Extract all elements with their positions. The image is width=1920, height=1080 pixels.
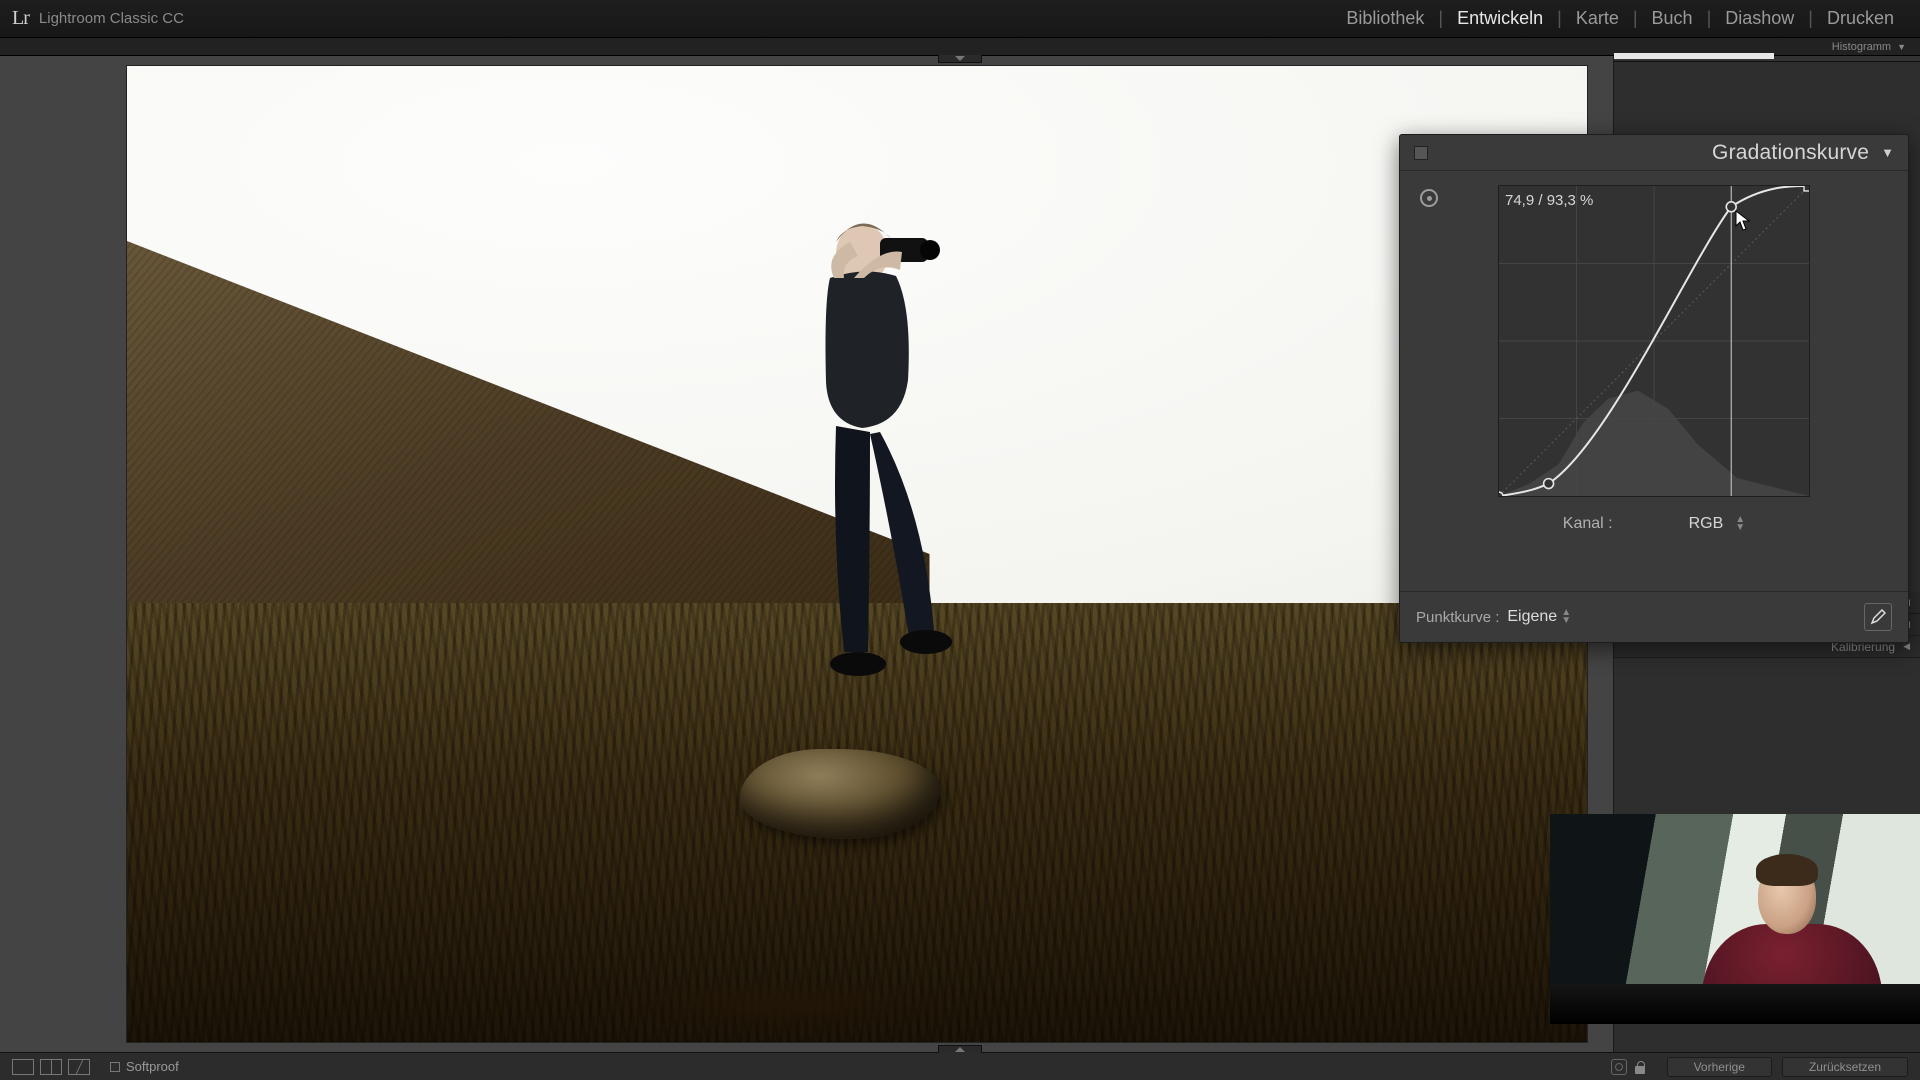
dropdown-icon: ▲▼ bbox=[1561, 609, 1571, 625]
panel-handle-bottom[interactable] bbox=[938, 1045, 982, 1053]
sync-icon[interactable] bbox=[1611, 1059, 1627, 1075]
edit-point-curve-button[interactable] bbox=[1864, 603, 1892, 631]
previous-button[interactable]: Vorherige bbox=[1667, 1057, 1772, 1077]
tone-curve-panel[interactable]: Gradationskurve ▼ 74,9 / 93,3 % bbox=[1399, 134, 1909, 643]
lock-icon[interactable] bbox=[1633, 1060, 1647, 1074]
point-curve-value[interactable]: Eigene bbox=[1507, 608, 1557, 626]
curve-svg bbox=[1499, 186, 1809, 496]
app-title: Lightroom Classic CC bbox=[39, 10, 184, 27]
subject-figure bbox=[784, 212, 984, 772]
softproof-label: Softproof bbox=[126, 1059, 179, 1074]
view-mode-single-icon[interactable] bbox=[12, 1059, 34, 1075]
dropdown-icon: ▲▼ bbox=[1735, 516, 1745, 532]
panel-toggle-switch[interactable] bbox=[1414, 146, 1428, 160]
nav-bibliothek[interactable]: Bibliothek bbox=[1332, 8, 1438, 29]
tone-curve-graph[interactable]: 74,9 / 93,3 % bbox=[1498, 185, 1810, 497]
tone-curve-title: Gradationskurve bbox=[1712, 141, 1869, 165]
reset-button[interactable]: Zurücksetzen bbox=[1782, 1057, 1908, 1077]
nav-drucken[interactable]: Drucken bbox=[1813, 8, 1908, 29]
targeted-adjustment-tool[interactable] bbox=[1420, 189, 1438, 207]
channel-value[interactable]: RGB bbox=[1689, 515, 1724, 533]
view-mode-diagonal-icon[interactable] bbox=[68, 1059, 90, 1075]
nav-buch[interactable]: Buch bbox=[1638, 8, 1707, 29]
point-curve-label: Punktkurve : bbox=[1416, 609, 1499, 626]
channel-label: Kanal : bbox=[1563, 515, 1613, 533]
histogram-label: Histogramm bbox=[1832, 41, 1891, 53]
nav-entwickeln[interactable]: Entwickeln bbox=[1443, 8, 1557, 29]
webcam-overlay bbox=[1550, 814, 1920, 1024]
canvas-area[interactable] bbox=[0, 56, 1613, 1052]
chevron-down-icon[interactable]: ▼ bbox=[1881, 145, 1894, 160]
app-logo: Lr bbox=[12, 7, 29, 30]
nav-karte[interactable]: Karte bbox=[1562, 8, 1633, 29]
photo-preview[interactable] bbox=[127, 66, 1587, 1042]
tone-curve-header[interactable]: Gradationskurve ▼ bbox=[1400, 135, 1908, 171]
tone-curve-footer: Punktkurve : Eigene ▲▼ bbox=[1400, 592, 1908, 642]
channel-selector[interactable]: Kanal : RGB ▲▼ bbox=[1418, 515, 1890, 533]
bottom-toolbar: Softproof Vorherige Zurücksetzen bbox=[0, 1052, 1920, 1080]
workspace: Transformieren ◀ Effekte ◀ Kalibrierung … bbox=[0, 56, 1920, 1052]
nav-diashow[interactable]: Diashow bbox=[1711, 8, 1808, 29]
module-nav: Bibliothek| Entwickeln| Karte| Buch| Dia… bbox=[1332, 8, 1908, 29]
title-bar: Lr Lightroom Classic CC Bibliothek| Entw… bbox=[0, 0, 1920, 38]
view-mode-split-icon[interactable] bbox=[40, 1059, 62, 1075]
softproof-checkbox[interactable] bbox=[110, 1062, 120, 1072]
chevron-down-icon: ▼ bbox=[1897, 42, 1906, 52]
